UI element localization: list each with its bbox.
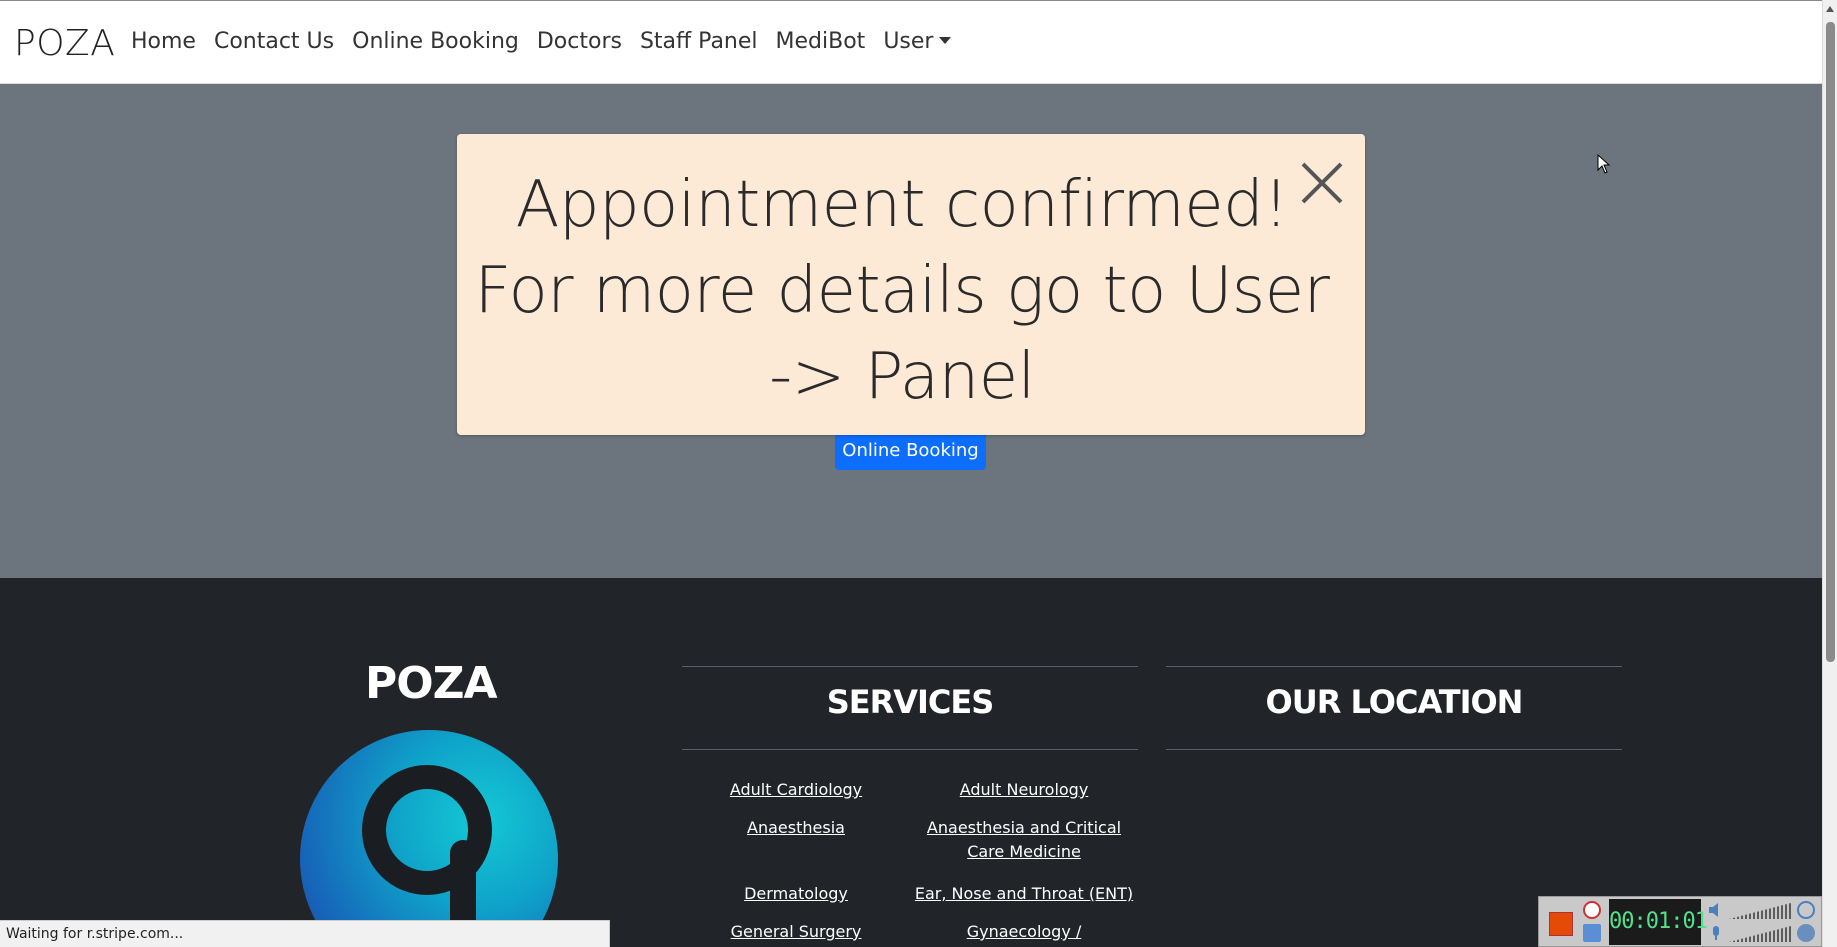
pause-icon[interactable] (1583, 924, 1601, 942)
service-link-adult-cardiology[interactable]: Adult Cardiology (682, 778, 910, 802)
nav-user-label: User (883, 29, 934, 54)
footer: POZA SERVICES Adult Cardiology Adult Neu… (0, 578, 1822, 947)
services-title: SERVICES (682, 667, 1138, 750)
mouse-cursor-icon (1597, 154, 1611, 174)
services-list: Adult Cardiology Adult Neurology Anaesth… (682, 778, 1138, 944)
record-timer: 00:01:01 (1609, 899, 1708, 945)
navbar-brand[interactable]: POZA (14, 23, 115, 64)
service-link-general-surgery[interactable]: General Surgery (682, 920, 910, 944)
location-title: OUR LOCATION (1166, 667, 1622, 750)
nav-staff-panel[interactable]: Staff Panel (631, 29, 767, 54)
nav-home[interactable]: Home (122, 29, 205, 54)
speaker-icon[interactable] (1707, 901, 1725, 919)
confirmation-message: Appointment confirmed! For more details … (474, 168, 1330, 414)
service-link-ent[interactable]: Ear, Nose and Throat (ENT) (910, 882, 1138, 906)
caret-down-icon (939, 36, 952, 44)
recorder-tray: 00:01:01 (1538, 896, 1822, 947)
service-link-gynaecology[interactable]: Gynaecology / (910, 920, 1138, 944)
network-icon[interactable] (1797, 901, 1815, 919)
service-link-anaesthesia[interactable]: Anaesthesia (682, 816, 910, 868)
nav-user-dropdown[interactable]: User (874, 29, 960, 54)
nav-online-booking[interactable]: Online Booking (343, 29, 528, 54)
nav-links: Home Contact Us Online Booking Doctors S… (122, 29, 960, 54)
poza-logo (300, 730, 558, 947)
location-column: OUR LOCATION (1166, 666, 1622, 750)
service-link-anaesthesia-critical-care[interactable]: Anaesthesia and Critical Care Medicine (910, 816, 1138, 868)
nav-medibot[interactable]: MediBot (767, 29, 875, 54)
navbar: POZA Home Contact Us Online Booking Doct… (0, 0, 1822, 84)
confirmation-alert: Appointment confirmed! For more details … (457, 134, 1365, 435)
footer-brand: POZA (365, 658, 498, 709)
scroll-thumb[interactable] (1826, 22, 1835, 662)
service-link-dermatology[interactable]: Dermatology (682, 882, 910, 906)
browser-status-bar: Waiting for r.stripe.com... (0, 920, 610, 947)
service-link-adult-neurology[interactable]: Adult Neurology (910, 778, 1138, 802)
stop-record-button[interactable] (1549, 912, 1573, 936)
online-booking-button[interactable]: Online Booking (835, 433, 986, 470)
mic-level-meter[interactable] (1729, 926, 1791, 942)
nav-doctors[interactable]: Doctors (528, 29, 631, 54)
microphone-icon[interactable] (1707, 924, 1725, 942)
scroll-up-arrow-icon[interactable] (1826, 6, 1834, 12)
speaker-level-meter[interactable] (1729, 903, 1791, 919)
scrollbar[interactable] (1822, 0, 1837, 947)
nav-contact-us[interactable]: Contact Us (205, 29, 343, 54)
services-column: SERVICES Adult Cardiology Adult Neurolog… (682, 666, 1138, 944)
settings-icon[interactable] (1797, 924, 1815, 942)
close-icon[interactable] (1297, 158, 1347, 208)
alarm-clock-icon[interactable] (1583, 901, 1601, 919)
